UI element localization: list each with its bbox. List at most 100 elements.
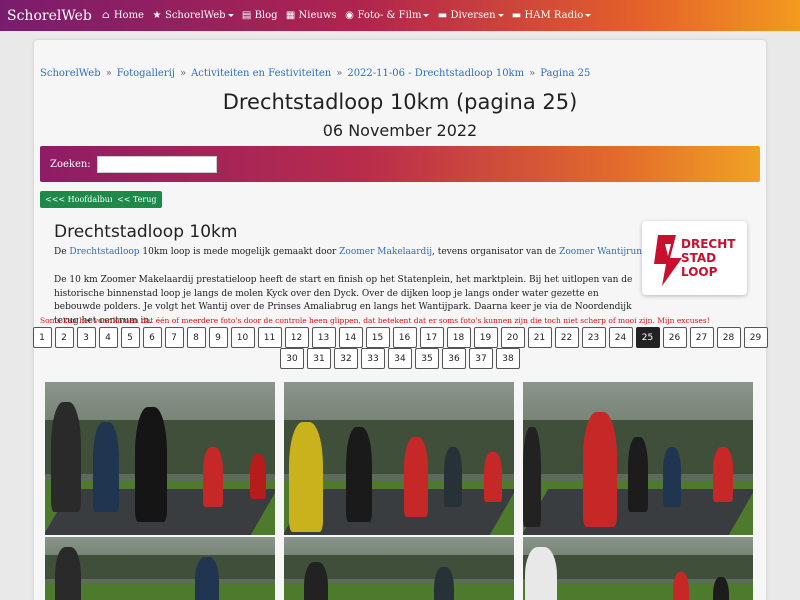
- navbar-menu: ⌂ Home ★ SchorelWeb ▤ Blog ▦ Nieuws ◉ Foto- & Fil…: [101, 10, 599, 21]
- page-link[interactable]: 30: [280, 348, 304, 369]
- breadcrumb-item[interactable]: Pagina 25: [540, 68, 590, 79]
- photo-thumbnail[interactable]: [45, 537, 275, 600]
- pagination-row-1: 1 2 3 4 5 6 7 8 9 10 11 12 13 14 15 16 17 18 19 20 21 22 23 24 2…: [0, 327, 800, 348]
- page-link[interactable]: 31: [307, 348, 331, 369]
- page-link[interactable]: 29: [743, 327, 768, 348]
- search-label: Zoeken:: [50, 158, 91, 170]
- page-link[interactable]: 24: [608, 327, 633, 348]
- back-button[interactable]: << Terug: [112, 191, 162, 208]
- page-link-current[interactable]: 25: [635, 327, 660, 348]
- caret-down-icon: [497, 14, 504, 17]
- nav-item-label: Foto- & Film: [357, 10, 422, 21]
- breadcrumb-item[interactable]: Activiteiten en Festiviteiten: [191, 68, 331, 79]
- nav-item-foto-film[interactable]: ◉ Foto- & Film: [345, 10, 430, 21]
- photo-thumbnail[interactable]: [523, 537, 753, 600]
- page-link[interactable]: 5: [120, 327, 140, 348]
- page-link[interactable]: 19: [473, 327, 498, 348]
- page-link[interactable]: 2: [54, 327, 74, 348]
- photo-thumbnail[interactable]: [284, 537, 514, 600]
- folder-icon: ▬: [511, 10, 522, 21]
- caret-down-icon: [585, 14, 592, 17]
- page-link[interactable]: 14: [338, 327, 363, 348]
- page-link[interactable]: 35: [415, 348, 439, 369]
- page-link[interactable]: 26: [662, 327, 687, 348]
- breadcrumb-separator: »: [336, 68, 343, 79]
- page-link[interactable]: 4: [98, 327, 118, 348]
- page-link[interactable]: 37: [469, 348, 493, 369]
- nav-item-schorelweb[interactable]: ★ SchorelWeb: [152, 10, 234, 21]
- nav-item-label: Nieuws: [298, 10, 337, 21]
- page-link[interactable]: 27: [689, 327, 714, 348]
- page-link[interactable]: 1: [32, 327, 52, 348]
- blog-icon: ▤: [241, 10, 252, 21]
- zoomer-makelaardij-link[interactable]: Zoomer Makelaardij: [339, 247, 432, 257]
- search-input[interactable]: [96, 155, 217, 173]
- nav-item-diversen[interactable]: ▬ Diversen: [437, 10, 504, 21]
- breadcrumb-separator: »: [105, 68, 112, 79]
- page-link[interactable]: 10: [230, 327, 255, 348]
- page-link[interactable]: 11: [257, 327, 282, 348]
- breadcrumb-item[interactable]: SchorelWeb: [40, 68, 101, 79]
- photo-thumbnail[interactable]: [284, 382, 514, 535]
- page-link[interactable]: 21: [527, 327, 552, 348]
- caret-down-icon: [227, 14, 234, 17]
- page-link[interactable]: 20: [500, 327, 525, 348]
- navbar: SchorelWeb ⌂ Home ★ SchorelWeb ▤ Blog ▦ Nieuws ◉…: [0, 0, 800, 31]
- page-link[interactable]: 22: [554, 327, 579, 348]
- page-link[interactable]: 3: [76, 327, 96, 348]
- page-link[interactable]: 18: [446, 327, 471, 348]
- nav-item-nieuws[interactable]: ▦ Nieuws: [286, 10, 337, 21]
- page-link[interactable]: 36: [442, 348, 466, 369]
- page-link[interactable]: 12: [284, 327, 309, 348]
- page-link[interactable]: 17: [419, 327, 444, 348]
- logo-line: LOOP: [681, 265, 718, 279]
- page-title: Drechtstadloop 10km (pagina 25): [222, 90, 578, 114]
- breadcrumb-separator: »: [529, 68, 536, 79]
- nav-item-label: Diversen: [450, 10, 496, 21]
- nav-item-home[interactable]: ⌂ Home: [101, 10, 144, 21]
- page-link[interactable]: 13: [311, 327, 336, 348]
- album-intro: De Drechtstadloop 10km loop is mede moge…: [54, 247, 645, 257]
- pagination-row-2: 30 31 32 33 34 35 36 37 38: [0, 348, 800, 369]
- page-link[interactable]: 23: [581, 327, 606, 348]
- nav-item-label: Home: [113, 10, 144, 21]
- page-link[interactable]: 38: [496, 348, 520, 369]
- star-icon: ★: [152, 10, 162, 21]
- nav-item-label: SchorelWeb: [164, 10, 226, 21]
- nav-item-ham-radio[interactable]: ▬ HAM Radio: [512, 10, 592, 21]
- album-heading: Drechtstadloop 10km: [54, 222, 238, 242]
- warning-text: Soms kan het voor komen dat één of meerd…: [40, 316, 710, 325]
- camera-icon: ◉: [345, 10, 354, 21]
- news-icon: ▦: [285, 10, 296, 21]
- nav-item-blog[interactable]: ▤ Blog: [242, 10, 278, 21]
- hoofdalbum-button[interactable]: <<< Hoofdalbum: [40, 191, 123, 208]
- caret-down-icon: [423, 14, 430, 17]
- page-link[interactable]: 34: [388, 348, 412, 369]
- search-bar: Zoeken:: [40, 146, 760, 182]
- page-date: 06 November 2022: [322, 121, 478, 140]
- zoomer-wantijrun-link[interactable]: Zoomer Wantijrun: [559, 247, 642, 257]
- page-link[interactable]: 33: [361, 348, 385, 369]
- page-link[interactable]: 15: [365, 327, 390, 348]
- intro-text-1: De: [54, 247, 70, 257]
- logo-line: STAD: [681, 251, 717, 265]
- logo-text: DRECHT STAD LOOP: [681, 237, 735, 279]
- breadcrumb-separator: »: [179, 68, 187, 79]
- breadcrumb-item[interactable]: Fotogallerij: [117, 68, 175, 79]
- intro-text-3: , tevens organisator van de: [432, 247, 560, 257]
- drechtstadloop-link[interactable]: Drechtstadloop: [69, 247, 139, 257]
- logo-line: DRECHT: [681, 237, 736, 251]
- page-link[interactable]: 6: [142, 327, 162, 348]
- photo-thumbnail[interactable]: [523, 382, 753, 535]
- breadcrumb-item[interactable]: 2022-11-06 - Drechtstadloop 10km: [347, 68, 524, 79]
- page-link[interactable]: 28: [716, 327, 741, 348]
- photo-thumbnail[interactable]: [45, 382, 275, 535]
- page-link[interactable]: 9: [208, 327, 228, 348]
- navbar-brand[interactable]: SchorelWeb: [7, 8, 92, 24]
- page-link[interactable]: 32: [334, 348, 358, 369]
- home-icon: ⌂: [102, 10, 110, 21]
- breadcrumb: SchorelWeb » Fotogallerij » Activiteiten en …: [40, 68, 590, 79]
- page-link[interactable]: 8: [186, 327, 206, 348]
- page-link[interactable]: 16: [392, 327, 417, 348]
- page-link[interactable]: 7: [164, 327, 184, 348]
